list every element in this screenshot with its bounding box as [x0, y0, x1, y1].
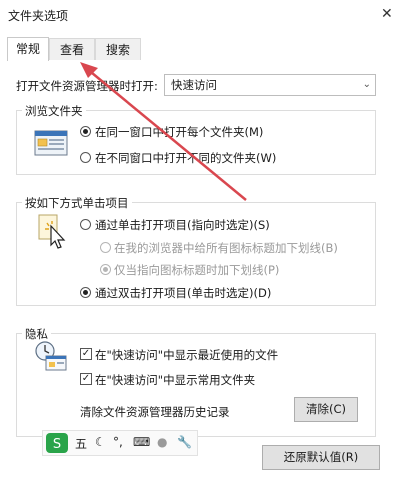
radio-underline-browser-label[interactable]: 在我的浏览器中给所有图标标题加下划线(B)	[114, 240, 338, 256]
svg-text:S: S	[53, 437, 61, 452]
tab-view[interactable]: 查看	[49, 38, 95, 60]
checkbox-show-frequent-folders-label[interactable]: 在"快速访问"中显示常用文件夹	[95, 372, 255, 388]
radio-underline-point-label[interactable]: 仅当指向图标标题时加下划线(P)	[114, 262, 279, 278]
radio-double-click[interactable]	[80, 287, 91, 298]
radio-different-window[interactable]	[80, 152, 91, 163]
open-explorer-label: 打开文件资源管理器时打开:	[16, 79, 158, 93]
checkbox-show-recent-files[interactable]: ✓	[80, 348, 92, 360]
ime-toolbar[interactable]: S 五 ☾ °, ⌨ ● 🔧	[42, 430, 198, 456]
checkbox-show-frequent-folders[interactable]: ✓	[80, 373, 92, 385]
browse-folders-icon	[34, 130, 68, 156]
radio-underline-browser[interactable]	[100, 242, 111, 253]
settings-wrench-icon[interactable]: 🔧	[177, 435, 192, 449]
ime-mode-indicator[interactable]: 五	[75, 435, 87, 452]
tab-search[interactable]: 搜索	[95, 38, 141, 60]
checkbox-show-recent-files-label[interactable]: 在"快速访问"中显示最近使用的文件	[95, 347, 278, 363]
open-explorer-value: 快速访问	[171, 78, 217, 92]
clear-history-label: 清除文件资源管理器历史记录	[80, 405, 230, 419]
clear-button[interactable]: 清除(C)	[294, 397, 358, 422]
radio-different-window-label[interactable]: 在不同窗口中打开不同的文件夹(W)	[95, 150, 276, 166]
close-icon[interactable]: ✕	[381, 6, 393, 22]
radio-double-click-label[interactable]: 通过双击打开项目(单击时选定)(D)	[95, 285, 271, 301]
user-icon[interactable]: ●	[157, 435, 167, 449]
window-title: 文件夹选项	[8, 9, 69, 23]
keyboard-icon[interactable]: ⌨	[133, 435, 150, 449]
open-explorer-dropdown[interactable]: 快速访问 ⌄	[164, 74, 376, 96]
radio-single-click-label[interactable]: 通过单击打开项目(指向时选定)(S)	[95, 217, 270, 233]
tab-general[interactable]: 常规	[7, 37, 49, 61]
radio-same-window[interactable]	[80, 126, 91, 137]
pointer-click-icon	[38, 214, 66, 249]
chevron-down-icon: ⌄	[362, 79, 371, 90]
radio-single-click[interactable]	[80, 219, 91, 230]
radio-same-window-label[interactable]: 在同一窗口中打开每个文件夹(M)	[95, 124, 263, 140]
punctuation-icon[interactable]: °,	[113, 435, 123, 449]
title-bar: 文件夹选项 ✕	[0, 0, 400, 32]
ime-logo-icon[interactable]: S	[46, 433, 68, 453]
browse-folders-title: 浏览文件夹	[22, 103, 86, 119]
radio-underline-point[interactable]	[100, 264, 111, 275]
privacy-clock-icon	[35, 341, 67, 371]
restore-defaults-button[interactable]: 还原默认值(R)	[262, 445, 380, 470]
click-items-title: 按如下方式单击项目	[22, 195, 132, 211]
moon-icon[interactable]: ☾	[95, 435, 106, 449]
